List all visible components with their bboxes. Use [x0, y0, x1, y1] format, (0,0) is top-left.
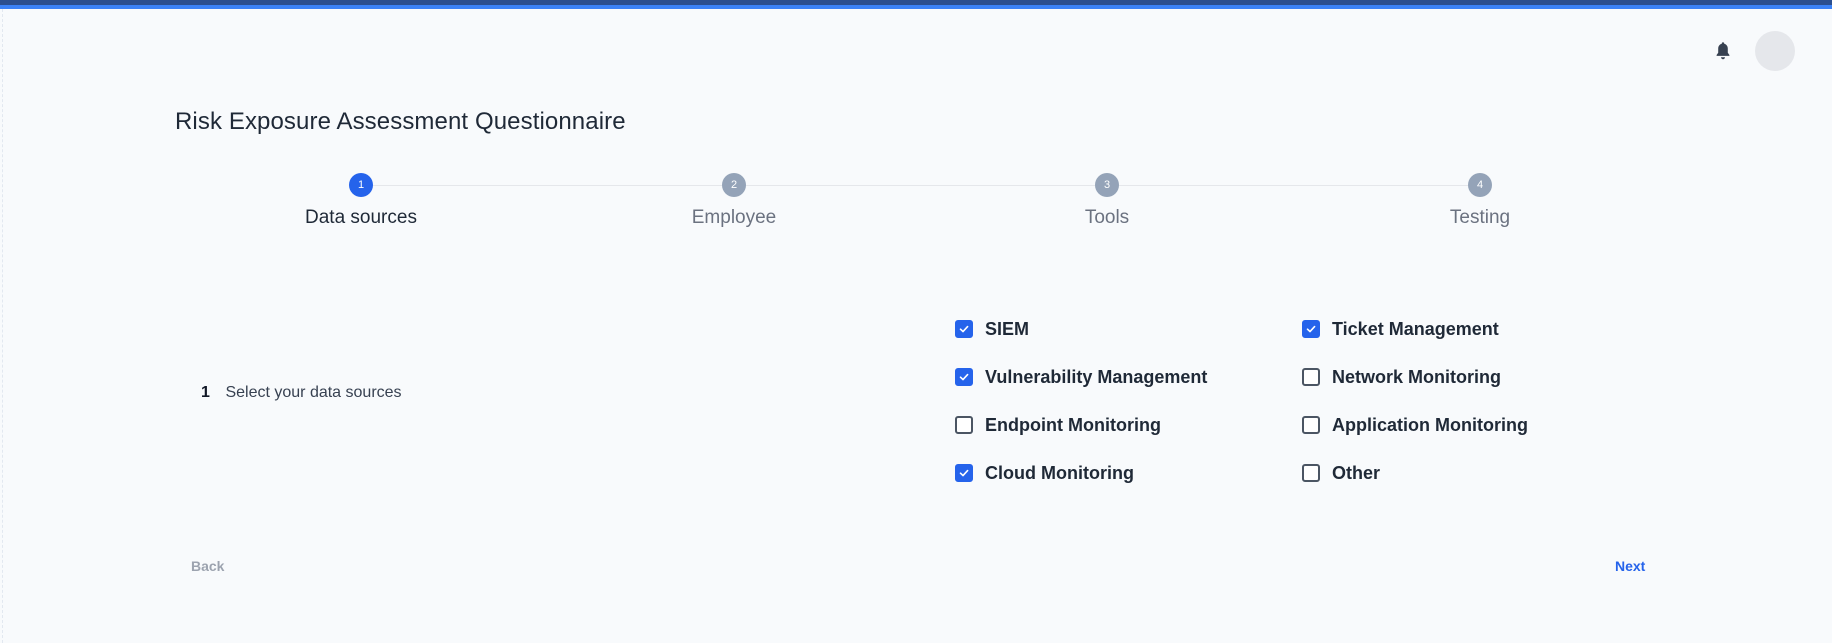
bell-icon[interactable] [1711, 39, 1735, 63]
checkbox[interactable] [1302, 368, 1320, 386]
left-edge-divider [2, 9, 3, 643]
step-label: Data sources [305, 207, 417, 228]
checkbox[interactable] [1302, 464, 1320, 482]
option-ticket-management[interactable]: Ticket Management [1302, 317, 1499, 341]
option-other[interactable]: Other [1302, 461, 1380, 485]
checkbox[interactable] [955, 464, 973, 482]
check-icon [959, 325, 969, 333]
step-data-sources[interactable]: 1 Data sources [261, 173, 461, 229]
step-number-badge: 1 [349, 173, 373, 197]
question-prompt: 1 Select your data sources [201, 384, 402, 402]
option-label: Other [1332, 462, 1381, 483]
step-label: Testing [1449, 207, 1511, 228]
back-button[interactable]: Back [187, 554, 228, 578]
checkbox[interactable] [1302, 416, 1320, 434]
option-network-monitoring[interactable]: Network Monitoring [1302, 365, 1501, 389]
option-application-monitoring[interactable]: Application Monitoring [1302, 413, 1528, 437]
option-cloud-monitoring[interactable]: Cloud Monitoring [955, 461, 1134, 485]
top-bar-accent [0, 5, 1832, 9]
option-siem[interactable]: SIEM [955, 317, 1029, 341]
checkbox[interactable] [955, 368, 973, 386]
step-label: Employee [691, 207, 777, 228]
checkbox[interactable] [955, 416, 973, 434]
step-testing[interactable]: 4 Testing [1380, 173, 1580, 229]
option-endpoint-monitoring[interactable]: Endpoint Monitoring [955, 413, 1161, 437]
option-label: Network Monitoring [1332, 366, 1501, 387]
option-label: Cloud Monitoring [985, 462, 1134, 483]
option-label: Application Monitoring [1332, 414, 1528, 435]
step-number-badge: 3 [1095, 173, 1119, 197]
step-number-badge: 2 [722, 173, 746, 197]
question-number: 1 [201, 384, 210, 401]
check-icon [959, 373, 969, 381]
question-text: Select your data sources [225, 384, 402, 401]
avatar[interactable] [1755, 31, 1795, 71]
check-icon [1306, 325, 1316, 333]
checkbox[interactable] [955, 320, 973, 338]
page-title: Risk Exposure Assessment Questionnaire [175, 108, 626, 135]
option-label: SIEM [985, 318, 1030, 339]
option-label: Endpoint Monitoring [985, 414, 1161, 435]
step-employee[interactable]: 2 Employee [634, 173, 834, 229]
step-number-badge: 4 [1468, 173, 1492, 197]
step-label: Tools [1084, 207, 1130, 228]
step-tools[interactable]: 3 Tools [1007, 173, 1207, 229]
option-label: Vulnerability Management [985, 366, 1208, 387]
option-vulnerability-management[interactable]: Vulnerability Management [955, 365, 1207, 389]
next-button[interactable]: Next [1611, 554, 1649, 578]
checkbox[interactable] [1302, 320, 1320, 338]
option-label: Ticket Management [1332, 318, 1499, 339]
check-icon [959, 469, 969, 477]
